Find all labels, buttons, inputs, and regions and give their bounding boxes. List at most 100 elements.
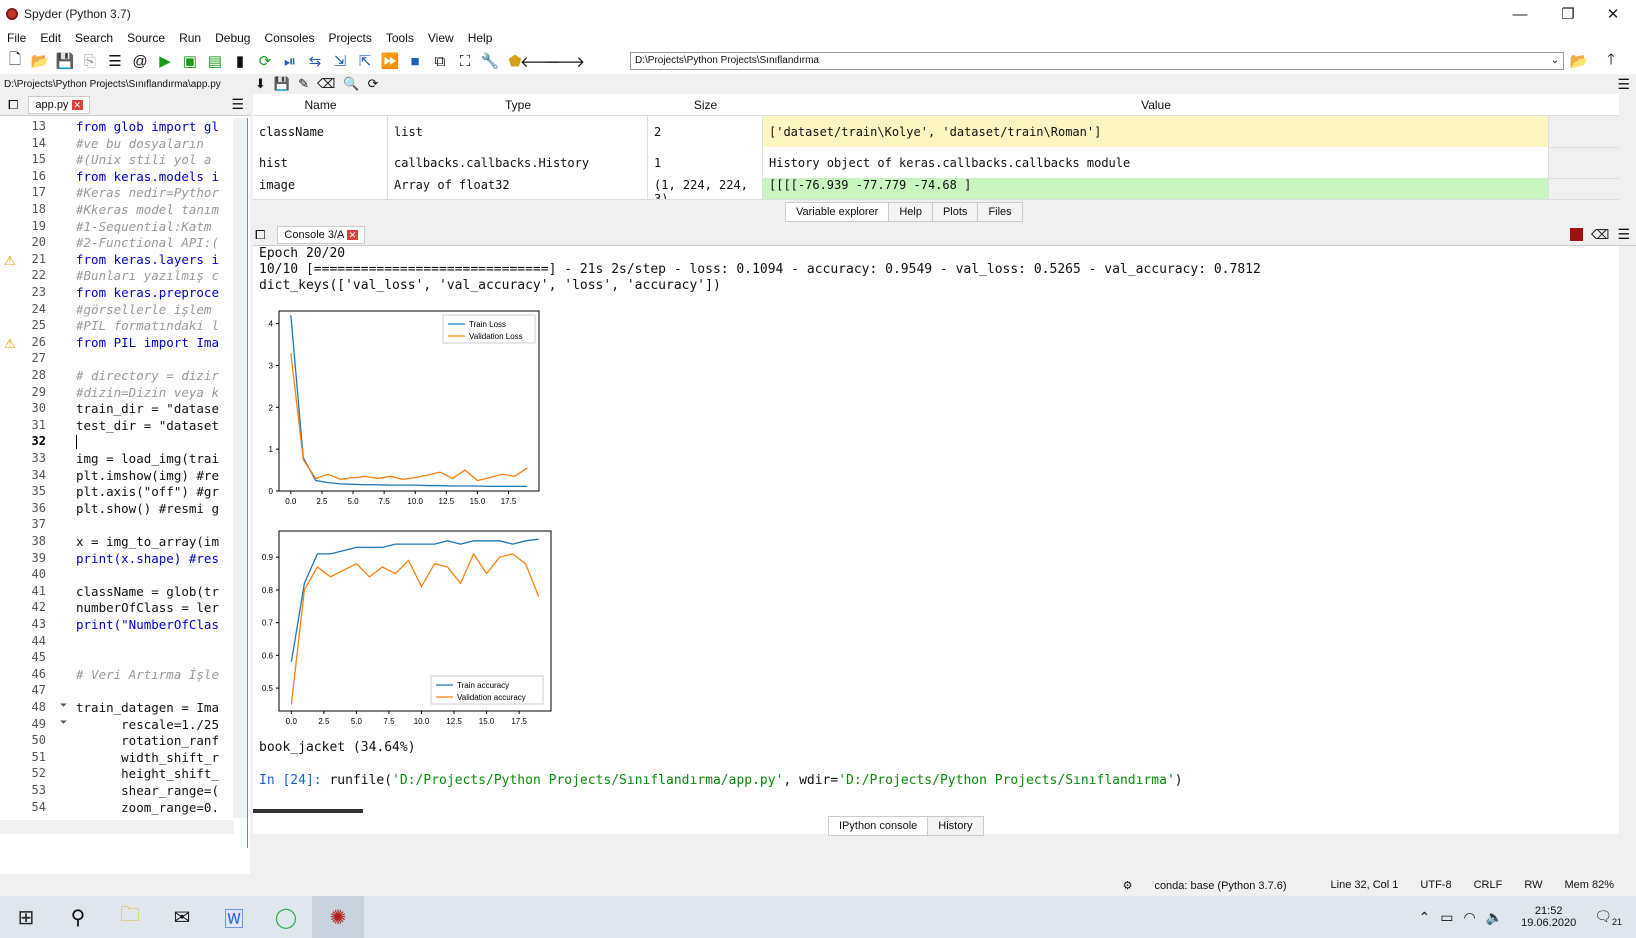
line-number: 13 <box>31 119 46 133</box>
spyder-app-icon[interactable]: ✺ <box>312 896 364 938</box>
varexp-options-icon[interactable]: ☰ <box>1617 76 1630 93</box>
step-into-icon[interactable]: ⇲ <box>329 50 351 72</box>
close-console-icon[interactable]: ✕ <box>346 229 359 240</box>
col-size[interactable]: Size <box>648 98 763 112</box>
varexp-scrollbar[interactable] <box>1620 116 1636 202</box>
tab-variable-explorer[interactable]: Variable explorer <box>785 202 890 222</box>
menu-projects[interactable]: Projects <box>322 31 379 45</box>
browse-tabs-icon[interactable]: ⧠ <box>8 97 18 113</box>
console-scrollbar[interactable] <box>1620 246 1636 834</box>
run-selection-icon[interactable]: ▮ <box>229 50 251 72</box>
save-all-icon[interactable]: ⎘ <box>79 50 101 72</box>
tab-console-3a[interactable]: Console 3/A ✕ <box>277 225 366 244</box>
menu-help[interactable]: Help <box>461 31 500 45</box>
col-type[interactable]: Type <box>388 98 648 112</box>
working-directory-input[interactable]: D:\Projects\Python Projects\Sınıflandırm… <box>630 52 1564 70</box>
menu-search[interactable]: Search <box>68 31 120 45</box>
close-button[interactable]: ✕ <box>1590 0 1636 28</box>
variable-row[interactable]: hist callbacks.callbacks.History 1 History … <box>253 147 1619 179</box>
step-return-icon[interactable]: ⇱ <box>354 50 376 72</box>
start-windows-icon[interactable]: ⊞ <box>0 896 52 938</box>
code-editor[interactable]: 13 from glob import gl 14 #ve bu dosyaların… <box>0 118 248 848</box>
continue-icon[interactable]: ⏩ <box>379 50 401 72</box>
tab-help[interactable]: Help <box>888 202 933 222</box>
preferences-wrench-icon[interactable]: 🔧 <box>479 50 501 72</box>
rerun-icon[interactable]: ⟳ <box>254 50 276 72</box>
console-options-icon[interactable]: ☰ <box>1617 226 1630 243</box>
line-number: 48 <box>31 700 46 714</box>
menu-file[interactable]: File <box>0 31 33 45</box>
menu-consoles[interactable]: Consoles <box>257 31 321 45</box>
erase-icon[interactable]: ⌫ <box>317 76 335 92</box>
console-hscroll[interactable] <box>253 809 363 813</box>
code-line: test_dir = "dataset <box>76 417 219 433</box>
save-as-icon[interactable]: ✎ <box>298 76 309 92</box>
chevron-down-icon[interactable]: ⌄ <box>1551 55 1559 67</box>
fold-arrow-icon[interactable]: ⏷ <box>60 717 67 728</box>
tab-files[interactable]: Files <box>977 202 1023 222</box>
options-menu-icon[interactable]: ☰ <box>231 96 244 113</box>
tab-ipython-console[interactable]: IPython console <box>828 816 929 836</box>
menu-edit[interactable]: Edit <box>33 31 68 45</box>
variable-row[interactable]: className list 2 ['dataset/train\Kolye', 'd… <box>253 116 1619 148</box>
search-icon[interactable]: ⚲ <box>52 896 104 938</box>
warning-icon[interactable]: ⚠ <box>4 336 16 352</box>
browse-consoles-icon[interactable]: ⧠ <box>255 227 265 243</box>
import-data-icon[interactable]: ⬇ <box>255 76 266 92</box>
code-line: #Kkeras model tanım <box>76 202 219 217</box>
stop-debug-icon[interactable]: ■ <box>404 50 426 72</box>
maximize-pane-icon[interactable]: ⧉ <box>429 50 451 72</box>
close-tab-icon[interactable]: ✕ <box>71 99 84 110</box>
menu-debug[interactable]: Debug <box>208 31 257 45</box>
battery-icon[interactable]: ▭ <box>1440 909 1453 926</box>
refresh-icon[interactable]: ⟳ <box>368 76 379 92</box>
col-name[interactable]: Name <box>253 98 388 112</box>
list-icon[interactable]: ☰ <box>104 50 126 72</box>
warning-icon[interactable]: ⚠ <box>4 253 16 269</box>
stop-kernel-icon[interactable] <box>1570 228 1584 241</box>
clock[interactable]: 21:52 19.06.2020 <box>1521 905 1576 929</box>
tab-app-py[interactable]: app.py ✕ <box>28 95 91 114</box>
tab-history[interactable]: History <box>927 816 984 836</box>
word-app-icon[interactable]: 🅆 <box>208 896 260 938</box>
volume-icon[interactable]: 🔈 <box>1486 909 1503 926</box>
minimize-button[interactable]: — <box>1497 0 1543 28</box>
menu-tools[interactable]: Tools <box>379 31 421 45</box>
maximize-button[interactable]: ❐ <box>1545 0 1591 28</box>
save-icon[interactable]: 💾 <box>54 50 76 72</box>
ipython-console[interactable]: Epoch 20/20 10/10 [=====================… <box>253 246 1619 834</box>
open-file-icon[interactable]: 📂 <box>29 50 51 72</box>
mail-icon[interactable]: ✉ <box>156 896 208 938</box>
editor-hscrollbar[interactable] <box>0 820 234 834</box>
tab-plots[interactable]: Plots <box>931 202 979 222</box>
menu-source[interactable]: Source <box>120 31 172 45</box>
variable-row[interactable]: image Array of float32 (1, 224, 224, 3)[[[… <box>253 178 1619 200</box>
notification-icon[interactable]: 🗨21 <box>1594 908 1622 927</box>
fullscreen-icon[interactable]: ⛶ <box>454 50 476 72</box>
wifi-icon[interactable]: ◠ <box>1463 909 1475 926</box>
forward-arrow-icon[interactable]: 🡒 <box>545 50 585 72</box>
editor-scrollbar[interactable] <box>233 118 247 818</box>
run-cell-icon[interactable]: ▣ <box>179 50 201 72</box>
parent-dir-arrow-icon[interactable]: 🡑 <box>1600 50 1622 72</box>
file-explorer-icon[interactable]: 🗀 <box>104 896 156 938</box>
code-line: #dizin=Dizin veya k <box>76 384 219 400</box>
menu-view[interactable]: View <box>421 31 461 45</box>
step-icon[interactable]: ⇆ <box>304 50 326 72</box>
status-cursor: Line 32, Col 1 <box>1330 879 1399 891</box>
run-icon[interactable]: ▶ <box>154 50 176 72</box>
browser-app-icon[interactable]: ◯ <box>260 896 312 938</box>
save-data-icon[interactable]: 💾 <box>274 76 290 92</box>
at-icon[interactable]: @ <box>129 50 151 72</box>
menu-run[interactable]: Run <box>172 31 208 45</box>
tray-chevron-icon[interactable]: ⌃ <box>1419 909 1431 926</box>
debug-icon[interactable]: ⏯ <box>279 50 301 72</box>
legend-label: Validation Loss <box>469 332 523 341</box>
browse-folder-icon[interactable]: 📂 <box>1568 50 1590 72</box>
clear-console-icon[interactable]: ⌫ <box>1591 227 1609 243</box>
fold-arrow-icon[interactable]: ⏷ <box>60 700 67 711</box>
search-icon[interactable]: 🔍 <box>343 76 359 92</box>
col-value[interactable]: Value <box>763 98 1549 112</box>
new-file-icon[interactable]: 🗋 <box>4 50 26 72</box>
run-cell-advance-icon[interactable]: ▤ <box>204 50 226 72</box>
